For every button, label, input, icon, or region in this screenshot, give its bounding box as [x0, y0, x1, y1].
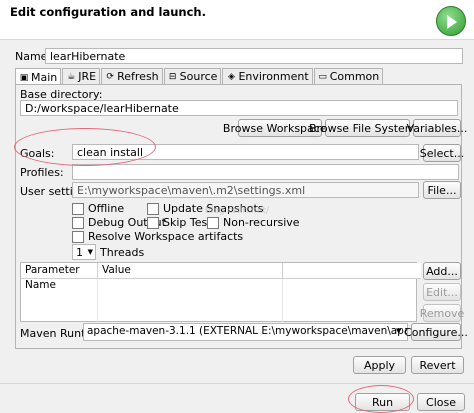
edit-parameter-button[interactable]: Edit...	[423, 283, 461, 301]
apply-button[interactable]: Apply	[353, 356, 406, 374]
tab-refresh[interactable]: ⟳ Refresh	[101, 68, 163, 84]
tab-common-label: Common	[329, 70, 380, 83]
tab-source[interactable]: ⊟ Source	[163, 68, 222, 84]
threads-select[interactable]: 1 ▼	[72, 244, 96, 260]
chevron-down-icon: ▼	[396, 327, 402, 335]
variables-button[interactable]: Variables...	[407, 119, 467, 137]
debug-output-box	[72, 216, 84, 229]
maven-runtime-value: apache-maven-3.1.1 (EXTERNAL E:\myworksp…	[87, 325, 408, 337]
column-divider	[97, 279, 98, 322]
offline-box	[72, 202, 84, 215]
non-recursive-checkbox[interactable]: Non-recursive	[207, 216, 300, 229]
parameter-name-column[interactable]: Parameter Name	[21, 263, 98, 291]
user-settings-file-button[interactable]: File...	[423, 181, 461, 199]
tab-refresh-label: Refresh	[117, 70, 159, 83]
environment-icon: ◈	[227, 71, 235, 82]
resolve-workspace-label: Resolve Workspace artifacts	[88, 230, 244, 243]
column-divider	[282, 279, 283, 322]
profiles-field[interactable]	[72, 164, 459, 180]
browse-file-system-button[interactable]: Browse File System...	[309, 119, 426, 137]
tab-bar: ▣ Main ☕ JRE ⟳ Refresh ⊟ Source ◈ Environment…	[15, 68, 384, 86]
non-recursive-box	[207, 216, 219, 229]
source-icon: ⊟	[168, 71, 177, 82]
name-field[interactable]: learHibernate	[45, 48, 463, 64]
threads-value: 1	[76, 245, 83, 259]
jre-icon: ☕	[67, 71, 76, 82]
watermark-text: blog.csdn.net/	[205, 206, 270, 216]
offline-label: Offline	[88, 202, 125, 215]
user-settings-field[interactable]: E:\myworkspace\maven\.m2\settings.xml	[72, 182, 419, 198]
resolve-workspace-checkbox[interactable]: Resolve Workspace artifacts	[72, 230, 243, 243]
dialog-header: Edit configuration and launch.	[0, 0, 474, 40]
footer-divider	[0, 383, 474, 384]
empty-column	[283, 263, 421, 279]
tab-jre[interactable]: ☕ JRE	[62, 68, 101, 84]
configure-button[interactable]: Configure...	[404, 323, 468, 341]
dialog-title: Edit configuration and launch.	[10, 5, 206, 19]
maven-runtime-select[interactable]: apache-maven-3.1.1 (EXTERNAL E:\myworksp…	[83, 323, 408, 341]
threads-label: Threads	[100, 246, 145, 259]
tab-source-label: Source	[179, 70, 218, 83]
main-icon: ▣	[19, 72, 29, 83]
resolve-workspace-box	[72, 230, 84, 243]
remove-parameter-button[interactable]: Remove	[420, 304, 464, 322]
run-annotation-circle	[348, 385, 414, 413]
tab-main-label: Main	[31, 71, 58, 84]
tab-common[interactable]: ▭ Common	[313, 68, 384, 84]
chevron-down-icon: ▼	[87, 248, 93, 256]
parameters-table[interactable]: Parameter Name Value	[20, 262, 421, 322]
tab-jre-label: JRE	[78, 70, 97, 83]
launch-icon	[436, 6, 466, 36]
skip-tests-box	[147, 216, 159, 229]
update-snapshots-box	[147, 202, 159, 215]
goals-select-button[interactable]: Select...	[420, 144, 464, 162]
base-directory-field[interactable]: D:/workspace/learHibernate	[20, 100, 458, 116]
add-parameter-button[interactable]: Add...	[423, 262, 461, 280]
common-icon: ▭	[318, 71, 327, 82]
offline-checkbox[interactable]: Offline	[72, 202, 124, 215]
goals-annotation-circle	[14, 128, 156, 166]
revert-button[interactable]: Revert	[411, 356, 464, 374]
tab-environment-label: Environment	[238, 70, 309, 83]
profiles-label: Profiles:	[20, 166, 64, 179]
close-button[interactable]: Close	[417, 393, 465, 411]
tab-environment[interactable]: ◈ Environment	[222, 68, 313, 84]
value-column[interactable]: Value	[98, 263, 283, 279]
refresh-icon: ⟳	[106, 71, 114, 82]
non-recursive-label: Non-recursive	[223, 216, 300, 229]
